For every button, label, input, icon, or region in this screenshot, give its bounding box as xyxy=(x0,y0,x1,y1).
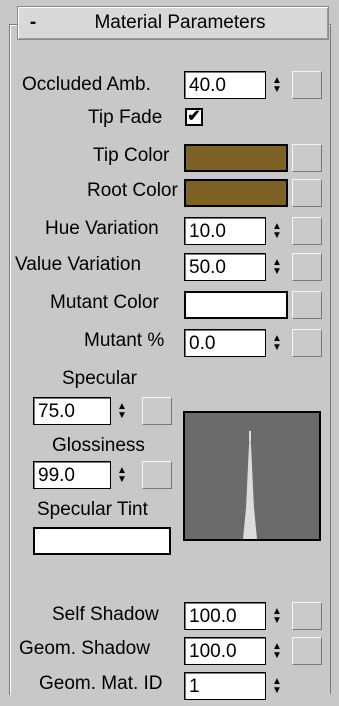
self-shadow-map-button[interactable] xyxy=(292,602,322,630)
spinner-down-icon[interactable]: ▼ xyxy=(272,686,282,696)
mutant-color-swatch[interactable] xyxy=(184,291,288,319)
value-variation-map-button[interactable] xyxy=(292,253,322,281)
collapse-icon[interactable]: - xyxy=(18,12,48,34)
rollout-frame xyxy=(9,24,331,695)
hue-variation-map-button[interactable] xyxy=(292,217,322,245)
hue-variation-spinner[interactable]: ▲ ▼ xyxy=(268,217,286,245)
geom-mat-id-label: Geom. Mat. ID xyxy=(39,673,163,694)
rollout-frame-right xyxy=(330,24,331,694)
hue-variation-label: Hue Variation xyxy=(45,218,159,239)
glossiness-label: Glossiness xyxy=(52,435,145,456)
mutant-pct-label: Mutant % xyxy=(84,330,165,351)
mutant-pct-spinner[interactable]: ▲ ▼ xyxy=(268,329,286,357)
geom-mat-id-spinner[interactable]: ▲ ▼ xyxy=(268,672,286,700)
glossiness-spinner[interactable]: ▲ ▼ xyxy=(113,461,131,489)
specular-map-button[interactable] xyxy=(142,397,172,425)
geom-shadow-label: Geom. Shadow xyxy=(19,638,150,659)
glossiness-map-button[interactable] xyxy=(142,461,172,489)
occluded-amb-input[interactable]: 40.0 xyxy=(184,71,266,99)
specular-tint-swatch[interactable] xyxy=(33,527,171,555)
specular-spinner[interactable]: ▲ ▼ xyxy=(113,397,131,425)
spinner-down-icon[interactable]: ▼ xyxy=(272,267,282,277)
rollout-header[interactable]: - Material Parameters xyxy=(17,6,329,40)
root-color-map-button[interactable] xyxy=(292,179,322,207)
self-shadow-label: Self Shadow xyxy=(52,604,159,625)
value-variation-input[interactable]: 50.0 xyxy=(184,253,266,281)
mutant-color-map-button[interactable] xyxy=(292,291,322,319)
specular-highlight-graph xyxy=(183,411,321,541)
self-shadow-spinner[interactable]: ▲ ▼ xyxy=(268,602,286,630)
spinner-down-icon[interactable]: ▼ xyxy=(272,231,282,241)
geom-shadow-input[interactable]: 100.0 xyxy=(184,637,266,665)
specular-tint-label: Specular Tint xyxy=(37,499,148,520)
geom-mat-id-input[interactable]: 1 xyxy=(184,672,266,700)
mutant-pct-map-button[interactable] xyxy=(292,329,322,357)
specular-label: Specular xyxy=(62,368,137,389)
self-shadow-input[interactable]: 100.0 xyxy=(184,602,266,630)
tip-fade-checkbox[interactable]: ✔ xyxy=(185,108,203,126)
spinner-down-icon[interactable]: ▼ xyxy=(272,651,282,661)
tip-color-label: Tip Color xyxy=(93,145,170,166)
tip-color-map-button[interactable] xyxy=(292,144,322,172)
spinner-down-icon[interactable]: ▼ xyxy=(272,85,282,95)
glossiness-input[interactable]: 99.0 xyxy=(33,461,111,489)
value-variation-label: Value Variation xyxy=(15,254,142,275)
geom-shadow-spinner[interactable]: ▲ ▼ xyxy=(268,637,286,665)
root-color-label: Root Color xyxy=(87,180,178,201)
mutant-pct-input[interactable]: 0.0 xyxy=(184,329,266,357)
value-variation-spinner[interactable]: ▲ ▼ xyxy=(268,253,286,281)
rollout-title: Material Parameters xyxy=(94,12,266,33)
root-color-swatch[interactable] xyxy=(184,179,288,207)
spinner-down-icon[interactable]: ▼ xyxy=(272,343,282,353)
specular-input[interactable]: 75.0 xyxy=(33,397,111,425)
occluded-amb-label: Occluded Amb. xyxy=(22,74,151,95)
hue-variation-input[interactable]: 10.0 xyxy=(184,217,266,245)
specular-curve xyxy=(243,431,257,539)
spinner-down-icon[interactable]: ▼ xyxy=(272,616,282,626)
spinner-down-icon[interactable]: ▼ xyxy=(117,475,127,485)
mutant-color-label: Mutant Color xyxy=(50,292,159,313)
tip-color-swatch[interactable] xyxy=(184,144,288,172)
tip-fade-label: Tip Fade xyxy=(88,107,163,128)
occluded-amb-map-button[interactable] xyxy=(292,71,322,99)
occluded-amb-spinner[interactable]: ▲ ▼ xyxy=(268,71,286,99)
spinner-down-icon[interactable]: ▼ xyxy=(117,411,127,421)
geom-shadow-map-button[interactable] xyxy=(292,637,322,665)
